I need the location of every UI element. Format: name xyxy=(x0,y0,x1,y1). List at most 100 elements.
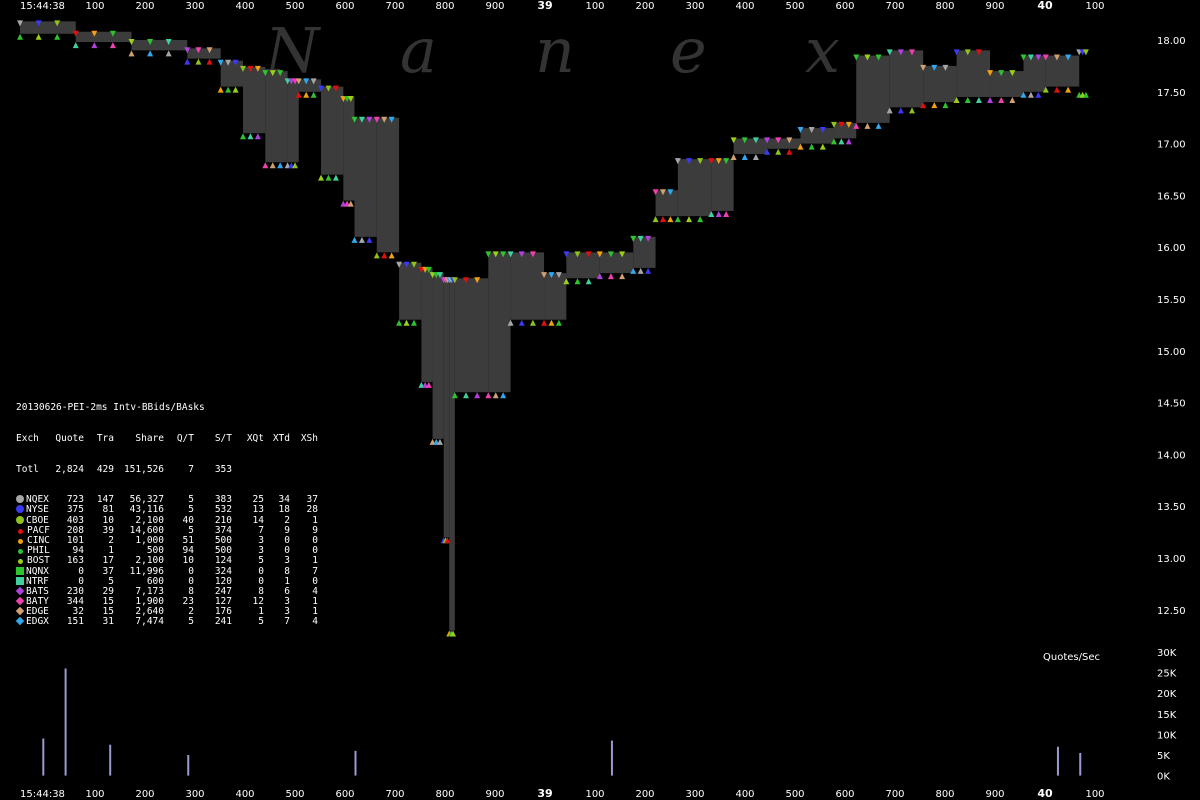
bid-marker xyxy=(585,278,592,285)
time-tick-label: 200 xyxy=(635,789,654,800)
exchange-marker-icon xyxy=(18,538,23,544)
time-tick-label: 400 xyxy=(235,1,254,12)
bid-marker xyxy=(845,138,852,145)
exchange-marker-icon xyxy=(15,617,25,626)
bid-marker xyxy=(607,273,614,280)
volume-bar xyxy=(610,740,613,776)
spread-segment xyxy=(677,159,712,217)
bid-marker xyxy=(332,174,339,181)
stats-total-cell: 429 xyxy=(96,463,114,475)
spread-segment xyxy=(376,117,400,253)
time-tick-label: 40 xyxy=(1037,0,1053,12)
bid-marker xyxy=(54,33,61,40)
spread-segment xyxy=(1045,55,1080,87)
spread-segment xyxy=(599,252,634,274)
bid-marker xyxy=(548,319,555,326)
time-axis-bottom: 15:44:38 100 200 300 400 500 600 700 800 900 39 100… xyxy=(20,787,1105,800)
spread-segment xyxy=(655,190,678,217)
stats-row: NYSE 375 81 43,116 5 532 13 18 28 xyxy=(16,505,318,515)
price-tick-label: 18.00 xyxy=(1157,36,1186,47)
volume-tick-label: 15K xyxy=(1157,710,1177,721)
bid-marker xyxy=(388,252,395,259)
stats-row: BOST 163 17 2,100 10 124 5 3 1 xyxy=(16,556,318,566)
bid-marker xyxy=(909,107,915,114)
bid-marker xyxy=(686,216,692,223)
stats-row: EDGX 151 31 7,474 5 241 5 7 4 xyxy=(15,616,318,628)
price-tick-label: 14.00 xyxy=(1157,450,1186,461)
time-tick-label: 500 xyxy=(785,1,804,12)
quotes-per-sec-bars xyxy=(42,668,1082,776)
exchange-marker-icon xyxy=(16,505,24,514)
stats-header-cell: Quote xyxy=(55,433,84,444)
bid-marker xyxy=(436,438,443,445)
price-tick-label: 17.50 xyxy=(1157,88,1186,99)
bid-marker xyxy=(109,42,116,49)
bid-marker xyxy=(269,162,276,169)
bid-marker xyxy=(875,122,882,129)
bid-marker xyxy=(325,174,332,181)
bid-marker xyxy=(723,210,730,217)
volume-tick-label: 5K xyxy=(1157,751,1170,762)
bid-marker xyxy=(240,133,246,140)
stats-cell: 7,474 xyxy=(135,616,164,628)
volume-bar xyxy=(1079,752,1082,776)
stats-rows: NQEX 723 147 56,327 5 383 25 34 37 NYSE 375 81 43,11… xyxy=(15,494,318,628)
time-tick-label: 200 xyxy=(635,1,654,12)
bid-marker xyxy=(897,107,904,114)
stats-header-cell: Tra xyxy=(96,433,114,444)
time-tick-label: 100 xyxy=(585,1,604,12)
volume-bar xyxy=(354,750,357,776)
bid-marker xyxy=(786,148,793,155)
time-axis-top: 15:44:38 100 200 300 400 500 600 700 800 900 39 100… xyxy=(20,0,1105,12)
exchange-marker-icon xyxy=(15,596,25,606)
bid-marker xyxy=(975,96,982,103)
price-axis: 18.00 17.50 17.00 16.50 16.00 15.50 15.00 14.50… xyxy=(1157,36,1186,617)
spread-segment xyxy=(131,40,188,51)
bid-marker xyxy=(254,133,261,140)
spread-segment xyxy=(488,252,511,393)
time-tick-label: 600 xyxy=(835,789,854,800)
bid-marker xyxy=(303,91,310,98)
volume-tick-label: 20K xyxy=(1157,689,1177,700)
bid-marker xyxy=(555,319,562,326)
stats-total-cell: 353 xyxy=(214,463,232,475)
price-tick-label: 12.50 xyxy=(1157,606,1186,617)
price-tick-label: 16.00 xyxy=(1157,243,1186,254)
price-tick-label: 15.50 xyxy=(1157,295,1186,306)
time-tick-label: 700 xyxy=(885,789,904,800)
volume-bar xyxy=(109,744,112,776)
spread-segment xyxy=(990,71,1024,97)
bid-marker xyxy=(277,162,284,169)
time-tick-label: 500 xyxy=(285,1,304,12)
stats-cell: 2,100 xyxy=(135,555,164,567)
bid-marker xyxy=(775,148,782,155)
bid-marker xyxy=(195,58,202,65)
stats-total-cell: 2,824 xyxy=(55,463,84,475)
time-tick-label: 700 xyxy=(385,1,404,12)
bid-marker xyxy=(529,319,536,326)
bid-marker xyxy=(659,216,666,223)
time-tick-label: 600 xyxy=(335,789,354,800)
stats-header-cell: S/T xyxy=(214,433,232,444)
stats-row: PHIL 94 1 500 94 500 3 0 0 xyxy=(16,545,318,556)
spread-segment xyxy=(923,65,957,103)
time-tick-label: 900 xyxy=(985,789,1004,800)
time-tick-label: 900 xyxy=(485,1,504,12)
bid-marker xyxy=(964,96,971,103)
exchange-marker-icon xyxy=(16,576,24,585)
volume-tick-label: 10K xyxy=(1157,730,1177,741)
quotes-per-sec-label: Quotes/Sec xyxy=(1043,652,1100,663)
bid-marker xyxy=(425,381,432,388)
watermark-letter: n xyxy=(535,14,575,87)
bid-marker xyxy=(808,143,815,150)
bid-marker xyxy=(184,58,191,65)
spread-segment xyxy=(449,278,455,631)
bid-marker xyxy=(310,91,317,98)
stats-row: BATS 230 29 7,173 8 247 8 6 4 xyxy=(15,586,318,597)
time-tick-label: 500 xyxy=(285,789,304,800)
bid-marker xyxy=(987,96,994,103)
bid-marker xyxy=(730,153,737,160)
bid-marker xyxy=(485,392,492,399)
stats-cell: 5 xyxy=(258,616,264,628)
spread-segment xyxy=(354,117,377,237)
